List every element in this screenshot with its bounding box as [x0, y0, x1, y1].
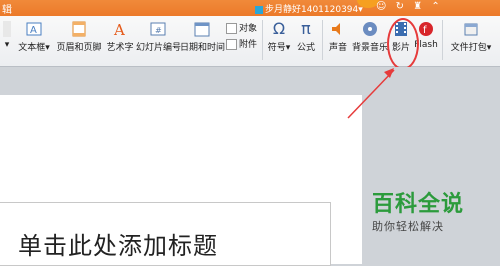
watermark-subtitle: 助你轻松解决 — [372, 220, 444, 233]
title-placeholder-text: 单击此处添加标题 — [18, 232, 218, 260]
watermark-title: 百科全说 — [372, 192, 465, 217]
